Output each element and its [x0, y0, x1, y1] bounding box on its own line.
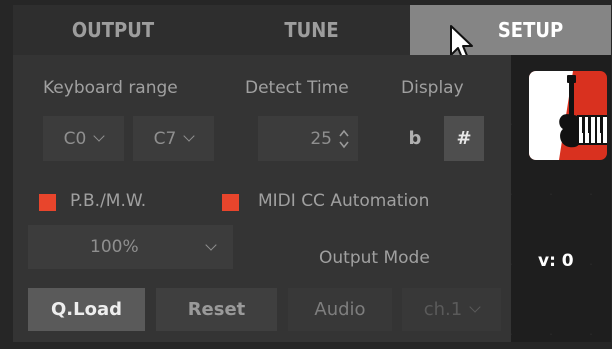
amount-value: 100%: [90, 237, 139, 257]
keyboard-low-value: C0: [63, 128, 87, 149]
plugin-window: OUTPUT TUNE SETUP Keyboard range C0 C7 D…: [0, 0, 612, 349]
guitar-logo: [529, 71, 607, 160]
display-sharp-label: #: [456, 128, 472, 149]
keyboard-high-select[interactable]: C7: [133, 116, 214, 161]
tab-output-label: OUTPUT: [71, 18, 155, 42]
version-label: v: 0: [538, 251, 574, 271]
tab-tune-label: TUNE: [284, 18, 339, 42]
display-flat-button[interactable]: b: [397, 116, 433, 161]
pbmw-label: P.B./M.W.: [70, 191, 147, 211]
reset-label: Reset: [187, 299, 246, 320]
chevron-down-icon: [183, 130, 196, 142]
display-label: Display: [401, 78, 464, 98]
display-flat-label: b: [408, 128, 422, 149]
detect-time-spinbox[interactable]: 25: [258, 116, 358, 161]
tab-output[interactable]: OUTPUT: [13, 5, 213, 55]
detect-time-value: 25: [310, 128, 332, 149]
tab-setup-label: SETUP: [497, 18, 564, 42]
display-sharp-button[interactable]: #: [444, 116, 484, 161]
q-load-label: Q.Load: [50, 299, 122, 320]
reset-button[interactable]: Reset: [156, 288, 277, 331]
midi-cc-label: MIDI CC Automation: [258, 191, 430, 211]
chevron-down-icon: [469, 301, 481, 313]
chevron-down-icon: [205, 239, 217, 251]
q-load-button[interactable]: Q.Load: [28, 288, 145, 331]
tab-bar: OUTPUT TUNE SETUP: [13, 5, 611, 55]
guitar-icon: [529, 71, 607, 160]
detect-time-label: Detect Time: [245, 78, 349, 98]
keyboard-range-label: Keyboard range: [43, 78, 178, 98]
audio-button[interactable]: Audio: [288, 288, 392, 331]
output-mode-label: Output Mode: [319, 248, 430, 268]
channel-select[interactable]: ch.1: [402, 288, 501, 331]
audio-label: Audio: [314, 299, 366, 320]
amount-select[interactable]: 100%: [28, 225, 233, 269]
spinner-arrows-icon[interactable]: [338, 128, 350, 150]
tab-setup[interactable]: SETUP: [410, 5, 611, 55]
midi-cc-checkbox[interactable]: [222, 194, 239, 211]
tab-tune[interactable]: TUNE: [213, 5, 410, 55]
keyboard-low-select[interactable]: C0: [43, 116, 124, 161]
channel-value: ch.1: [423, 299, 463, 320]
chevron-down-icon: [93, 130, 106, 142]
pbmw-checkbox[interactable]: [39, 194, 56, 211]
keyboard-high-value: C7: [153, 128, 177, 149]
